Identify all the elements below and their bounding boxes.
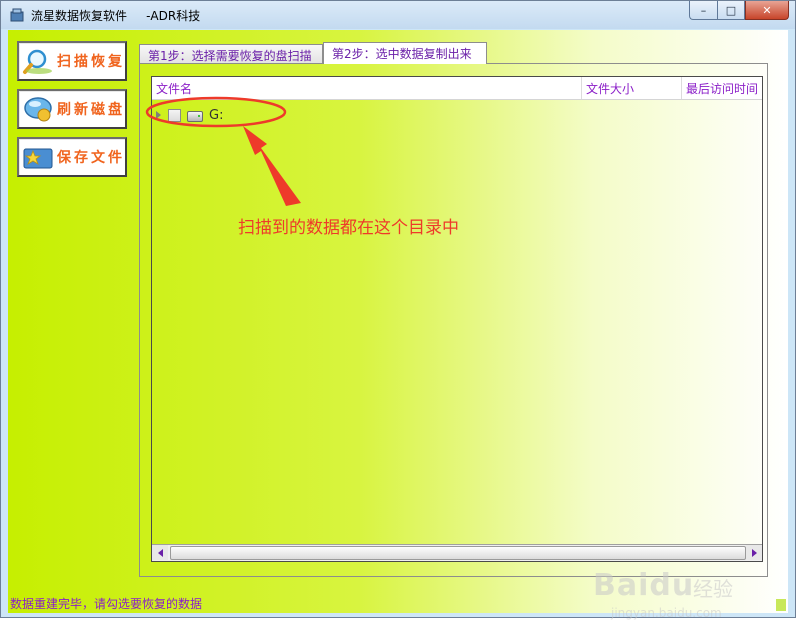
main-client-area: 扫描恢复 刷新磁盘 保存文件 第1步：选择需要恢复的盘扫描 第2步：选中数据复制… xyxy=(8,30,788,620)
column-header: 文件名 文件大小 最后访问时间 xyxy=(152,77,762,100)
scan-recover-button[interactable]: 扫描恢复 xyxy=(17,41,127,81)
tree-row-label: G: xyxy=(209,107,224,123)
column-header-filesize[interactable]: 文件大小 xyxy=(582,77,682,99)
annotation-text: 扫描到的数据都在这个目录中 xyxy=(238,218,459,238)
column-header-filename[interactable]: 文件名 xyxy=(152,77,582,99)
resize-grip[interactable] xyxy=(776,599,786,611)
app-window: 流星数据恢复软件 -ADR科技 – □ ✕ 扫描恢复 刷新磁盘 保存文件 第1步… xyxy=(0,0,796,620)
save-file-label: 保存文件 xyxy=(57,150,125,166)
row-checkbox[interactable] xyxy=(168,108,181,122)
status-text: 数据重建完毕，请勾选要恢复的数据 xyxy=(10,597,203,611)
expand-arrow-icon[interactable] xyxy=(156,111,161,119)
close-button[interactable]: ✕ xyxy=(745,1,789,20)
scroll-left-button[interactable] xyxy=(152,545,168,560)
arrow-right-icon xyxy=(751,548,757,557)
tab-step-2[interactable]: 第2步：选中数据复制出来 xyxy=(323,42,487,64)
disk-refresh-icon xyxy=(24,97,52,122)
save-folder-icon xyxy=(23,148,53,169)
window-controls: – □ ✕ xyxy=(689,1,789,21)
title-bar[interactable]: 流星数据恢复软件 -ADR科技 – □ ✕ xyxy=(1,1,795,29)
file-tree[interactable]: 文件名 文件大小 最后访问时间 G: xyxy=(151,76,763,562)
arrow-left-icon xyxy=(157,548,163,557)
maximize-icon: □ xyxy=(725,3,737,17)
status-bar: 数据重建完毕，请勾选要恢复的数据 xyxy=(8,592,788,613)
drive-icon xyxy=(187,111,203,122)
minimize-icon: – xyxy=(700,3,707,17)
app-icon xyxy=(10,8,24,22)
close-icon: ✕ xyxy=(762,3,772,17)
scan-recover-label: 扫描恢复 xyxy=(57,54,125,70)
minimize-button[interactable]: – xyxy=(689,1,717,20)
column-header-last-access[interactable]: 最后访问时间 xyxy=(682,77,762,99)
magnifier-icon xyxy=(23,49,52,74)
tab-step-1[interactable]: 第1步：选择需要恢复的盘扫描 xyxy=(139,44,323,64)
save-file-button[interactable]: 保存文件 xyxy=(17,137,127,177)
window-title: 流星数据恢复软件 -ADR科技 xyxy=(31,9,201,23)
sidebar: 扫描恢复 刷新磁盘 保存文件 xyxy=(17,38,132,177)
refresh-disk-label: 刷新磁盘 xyxy=(57,102,125,118)
tree-row[interactable]: G: xyxy=(156,107,223,123)
maximize-button[interactable]: □ xyxy=(717,1,745,20)
refresh-disk-button[interactable]: 刷新磁盘 xyxy=(17,89,127,129)
